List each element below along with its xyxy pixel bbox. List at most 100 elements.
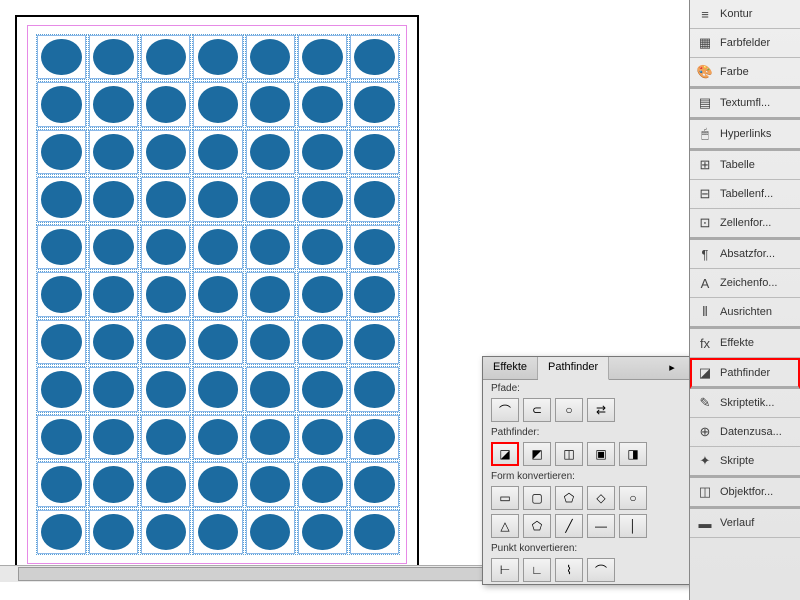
grid-cell[interactable] — [350, 225, 399, 269]
tab-pathfinder[interactable]: Pathfinder — [538, 357, 609, 380]
shape-inverse-round-button[interactable]: ◇ — [587, 486, 615, 510]
grid-cell[interactable] — [350, 415, 399, 459]
grid-cell[interactable] — [37, 510, 86, 554]
grid-cell[interactable] — [350, 367, 399, 411]
page-canvas[interactable] — [15, 15, 419, 574]
grid-cell[interactable] — [37, 35, 86, 79]
path-open-button[interactable]: ⊂ — [523, 398, 551, 422]
grid-cell[interactable] — [350, 272, 399, 316]
grid-cell[interactable] — [37, 130, 86, 174]
grid-cell[interactable] — [246, 415, 295, 459]
panel-ausrichten[interactable]: ⫴Ausrichten — [690, 298, 800, 329]
shape-vline-button[interactable]: │ — [619, 514, 647, 538]
panel-tabelle[interactable]: ⊞Tabelle — [690, 151, 800, 180]
pathfinder-add-button[interactable]: ◪ — [491, 442, 519, 466]
grid-cell[interactable] — [89, 35, 138, 79]
grid-cell[interactable] — [298, 225, 347, 269]
grid-cell[interactable] — [350, 510, 399, 554]
grid-cell[interactable] — [298, 272, 347, 316]
grid-cell[interactable] — [193, 82, 242, 126]
panel-kontur[interactable]: ≡Kontur — [690, 0, 800, 29]
grid-cell[interactable] — [141, 35, 190, 79]
grid-cell[interactable] — [298, 367, 347, 411]
grid-cell[interactable] — [193, 320, 242, 364]
grid-cell[interactable] — [350, 177, 399, 221]
pathfinder-intersect-button[interactable]: ◫ — [555, 442, 583, 466]
grid-cell[interactable] — [298, 130, 347, 174]
grid-cell[interactable] — [89, 225, 138, 269]
grid-cell[interactable] — [298, 320, 347, 364]
grid-cell[interactable] — [89, 367, 138, 411]
grid-cell[interactable] — [141, 462, 190, 506]
grid-cell[interactable] — [37, 272, 86, 316]
grid-cell[interactable] — [141, 82, 190, 126]
shape-rect-button[interactable]: ▭ — [491, 486, 519, 510]
pathfinder-minus-back-button[interactable]: ◨ — [619, 442, 647, 466]
panel-zellenformate[interactable]: ⊡Zellenfor... — [690, 209, 800, 240]
grid-cell[interactable] — [193, 272, 242, 316]
grid-cell[interactable] — [89, 177, 138, 221]
grid-cell[interactable] — [246, 510, 295, 554]
grid-cell[interactable] — [141, 367, 190, 411]
point-corner-button[interactable]: ∟ — [523, 558, 551, 582]
shape-hline-button[interactable]: — — [587, 514, 615, 538]
grid-cell[interactable] — [141, 415, 190, 459]
grid-cell[interactable] — [350, 130, 399, 174]
shape-line-button[interactable]: ╱ — [555, 514, 583, 538]
grid-cell[interactable] — [37, 225, 86, 269]
point-symmetric-button[interactable]: ⌒ — [587, 558, 615, 582]
grid-cell[interactable] — [193, 225, 242, 269]
grid-cell[interactable] — [89, 510, 138, 554]
grid-cell[interactable] — [350, 35, 399, 79]
panel-verlauf[interactable]: ▬Verlauf — [690, 509, 800, 538]
grid-cell[interactable] — [246, 462, 295, 506]
grid-cell[interactable] — [89, 272, 138, 316]
grid-cell[interactable] — [193, 367, 242, 411]
panel-objektformate[interactable]: ◫Objektfor... — [690, 478, 800, 509]
grid-cell[interactable] — [298, 510, 347, 554]
grid-cell[interactable] — [89, 82, 138, 126]
panel-farbfelder[interactable]: ▦Farbfelder — [690, 29, 800, 58]
pathfinder-exclude-button[interactable]: ▣ — [587, 442, 615, 466]
grid-cell[interactable] — [141, 177, 190, 221]
panel-zeichenformate[interactable]: AZeichenfo... — [690, 269, 800, 298]
grid-cell[interactable] — [37, 177, 86, 221]
grid-cell[interactable] — [350, 320, 399, 364]
grid-cell[interactable] — [246, 367, 295, 411]
grid-cell[interactable] — [298, 177, 347, 221]
grid-cell[interactable] — [246, 320, 295, 364]
grid-cell[interactable] — [37, 367, 86, 411]
tab-effekte[interactable]: Effekte — [483, 357, 538, 379]
panel-hyperlinks[interactable]: 🖱Hyperlinks — [690, 120, 800, 151]
grid-cell[interactable] — [246, 130, 295, 174]
grid-cell[interactable] — [298, 415, 347, 459]
panel-tabellenformate[interactable]: ⊟Tabellenf... — [690, 180, 800, 209]
shape-roundrect-button[interactable]: ▢ — [523, 486, 551, 510]
grid-cell[interactable] — [350, 82, 399, 126]
panel-skripte[interactable]: ✦Skripte — [690, 447, 800, 478]
grid-cell[interactable] — [37, 415, 86, 459]
grid-cell[interactable] — [89, 130, 138, 174]
grid-cell[interactable] — [193, 130, 242, 174]
panel-absatzformate[interactable]: ¶Absatzfor... — [690, 240, 800, 269]
panel-textumfluss[interactable]: ▤Textumfl... — [690, 89, 800, 120]
grid-cell[interactable] — [193, 462, 242, 506]
grid-cell[interactable] — [298, 462, 347, 506]
point-plain-button[interactable]: ⊢ — [491, 558, 519, 582]
grid-cell[interactable] — [246, 225, 295, 269]
grid-cell[interactable] — [193, 415, 242, 459]
grid-cell[interactable] — [89, 415, 138, 459]
panel-farbe[interactable]: 🎨Farbe — [690, 58, 800, 89]
grid-cell[interactable] — [141, 510, 190, 554]
grid-cell[interactable] — [89, 462, 138, 506]
shape-ellipse-button[interactable]: ○ — [619, 486, 647, 510]
shape-polygon-button[interactable]: ⬠ — [523, 514, 551, 538]
grid-cell[interactable] — [246, 272, 295, 316]
grid-cell[interactable] — [37, 82, 86, 126]
circle-grid[interactable] — [37, 35, 399, 554]
panel-menu-icon[interactable]: ▸ — [654, 357, 691, 379]
grid-cell[interactable] — [246, 82, 295, 126]
grid-cell[interactable] — [193, 177, 242, 221]
panel-skriptetiketten[interactable]: ✎Skriptetik... — [690, 389, 800, 418]
shape-bevel-button[interactable]: ⬠ — [555, 486, 583, 510]
